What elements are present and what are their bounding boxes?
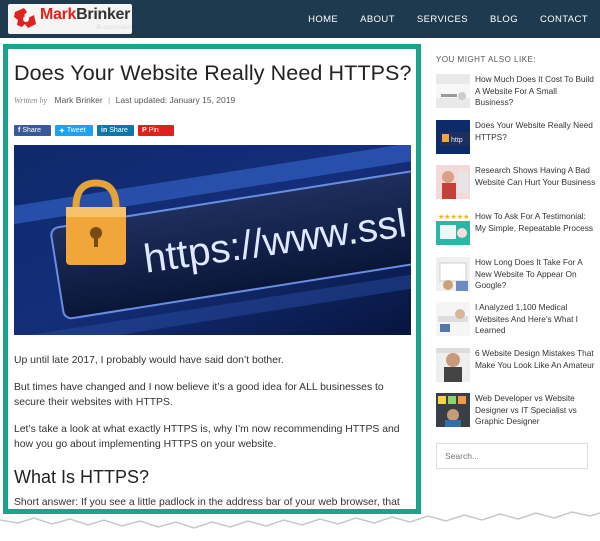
nav-home[interactable]: HOME (308, 14, 338, 25)
related-post-item[interactable]: How Much Does It Cost To Build A Website… (436, 74, 596, 114)
sidebar: YOU MIGHT ALSO LIKE: How Much Does It Co… (430, 44, 600, 514)
written-by-label: Written by (14, 96, 48, 105)
linkedin-icon: in (101, 127, 108, 134)
related-post-link[interactable]: How Much Does It Cost To Build A Website… (475, 74, 597, 109)
main-nav: HOME ABOUT SERVICES BLOG CONTACT (308, 0, 588, 38)
post-thumbnail (436, 393, 470, 427)
post-thumbnail (436, 74, 470, 108)
share-buttons: f Share ✦ Tweet in Share P Pin (14, 125, 174, 136)
related-post-item[interactable]: http Does Your Website Really Need HTTPS… (436, 120, 596, 160)
related-post-item[interactable]: 6 Website Design Mistakes That Make You … (436, 348, 596, 388)
svg-text:http: http (451, 137, 463, 144)
paragraph-1: Up until late 2017, I probably would hav… (14, 355, 284, 366)
logo-puzzle-icon (14, 8, 36, 28)
nav-about[interactable]: ABOUT (360, 14, 395, 25)
site-header: MarkBrinker & associates HOME ABOUT SERV… (0, 0, 600, 38)
nav-contact[interactable]: CONTACT (540, 14, 588, 25)
torn-edge-decoration (0, 511, 600, 541)
author-link[interactable]: Mark Brinker (54, 95, 102, 105)
facebook-icon: f (18, 127, 21, 134)
post-thumbnail (436, 302, 470, 336)
article-highlight-frame: Does Your Website Really Need HTTPS? Wri… (3, 44, 421, 514)
paragraph-3: Let’s take a look at what exactly HTTPS … (14, 424, 400, 450)
logo-text: MarkBrinker (40, 6, 131, 23)
post-thumbnail: ★★★★★ (436, 211, 470, 245)
post-thumbnail (436, 165, 470, 199)
related-post-link[interactable]: How Long Does It Take For A New Website … (475, 257, 597, 292)
post-thumbnail (436, 348, 470, 382)
post-thumbnail: http (436, 120, 470, 154)
byline-separator: | (108, 95, 111, 105)
paragraph-2: But times have changed and I now believe… (14, 382, 384, 408)
related-post-item[interactable]: I Analyzed 1,100 Medical Websites And He… (436, 302, 596, 342)
related-post-link[interactable]: Web Developer vs Website Designer vs IT … (475, 393, 597, 428)
related-post-link[interactable]: How To Ask For A Testimonial: My Simple,… (475, 211, 597, 234)
hero-illustration: https://www.ssl (14, 145, 411, 335)
section-heading-what-is-https: What Is HTTPS? (14, 467, 150, 487)
pinterest-icon: P (142, 127, 147, 134)
post-thumbnail (436, 257, 470, 291)
share-pinterest-button[interactable]: P Pin (138, 125, 174, 136)
related-post-item[interactable]: Research Shows Having A Bad Website Can … (436, 165, 596, 205)
related-post-item[interactable]: Web Developer vs Website Designer vs IT … (436, 393, 596, 433)
related-post-link[interactable]: Research Shows Having A Bad Website Can … (475, 165, 597, 188)
site-logo[interactable]: MarkBrinker & associates (12, 5, 132, 33)
logo-subtitle: & associates (96, 23, 132, 31)
sidebar-search-input[interactable] (436, 443, 588, 469)
svg-text:★★★★★: ★★★★★ (438, 213, 469, 221)
related-post-link[interactable]: 6 Website Design Mistakes That Make You … (475, 348, 597, 371)
related-post-item[interactable]: ★★★★★ How To Ask For A Testimonial: My S… (436, 211, 596, 251)
twitter-icon: ✦ (59, 127, 65, 135)
related-post-item[interactable]: How Long Does It Take For A New Website … (436, 257, 596, 297)
related-post-link[interactable]: Does Your Website Really Need HTTPS? (475, 120, 597, 143)
last-updated: Last updated: January 15, 2019 (115, 95, 236, 105)
share-twitter-button[interactable]: ✦ Tweet (55, 125, 93, 136)
share-linkedin-button[interactable]: in Share (97, 125, 134, 136)
nav-services[interactable]: SERVICES (417, 14, 468, 25)
hero-image-https: https://www.ssl (14, 145, 411, 335)
byline: Written by Mark Brinker | Last updated: … (14, 95, 235, 105)
share-facebook-button[interactable]: f Share (14, 125, 51, 136)
sidebar-title: YOU MIGHT ALSO LIKE: (436, 55, 537, 64)
article-title: Does Your Website Really Need HTTPS? (14, 61, 412, 85)
nav-blog[interactable]: BLOG (490, 14, 518, 25)
related-post-link[interactable]: I Analyzed 1,100 Medical Websites And He… (475, 302, 597, 337)
